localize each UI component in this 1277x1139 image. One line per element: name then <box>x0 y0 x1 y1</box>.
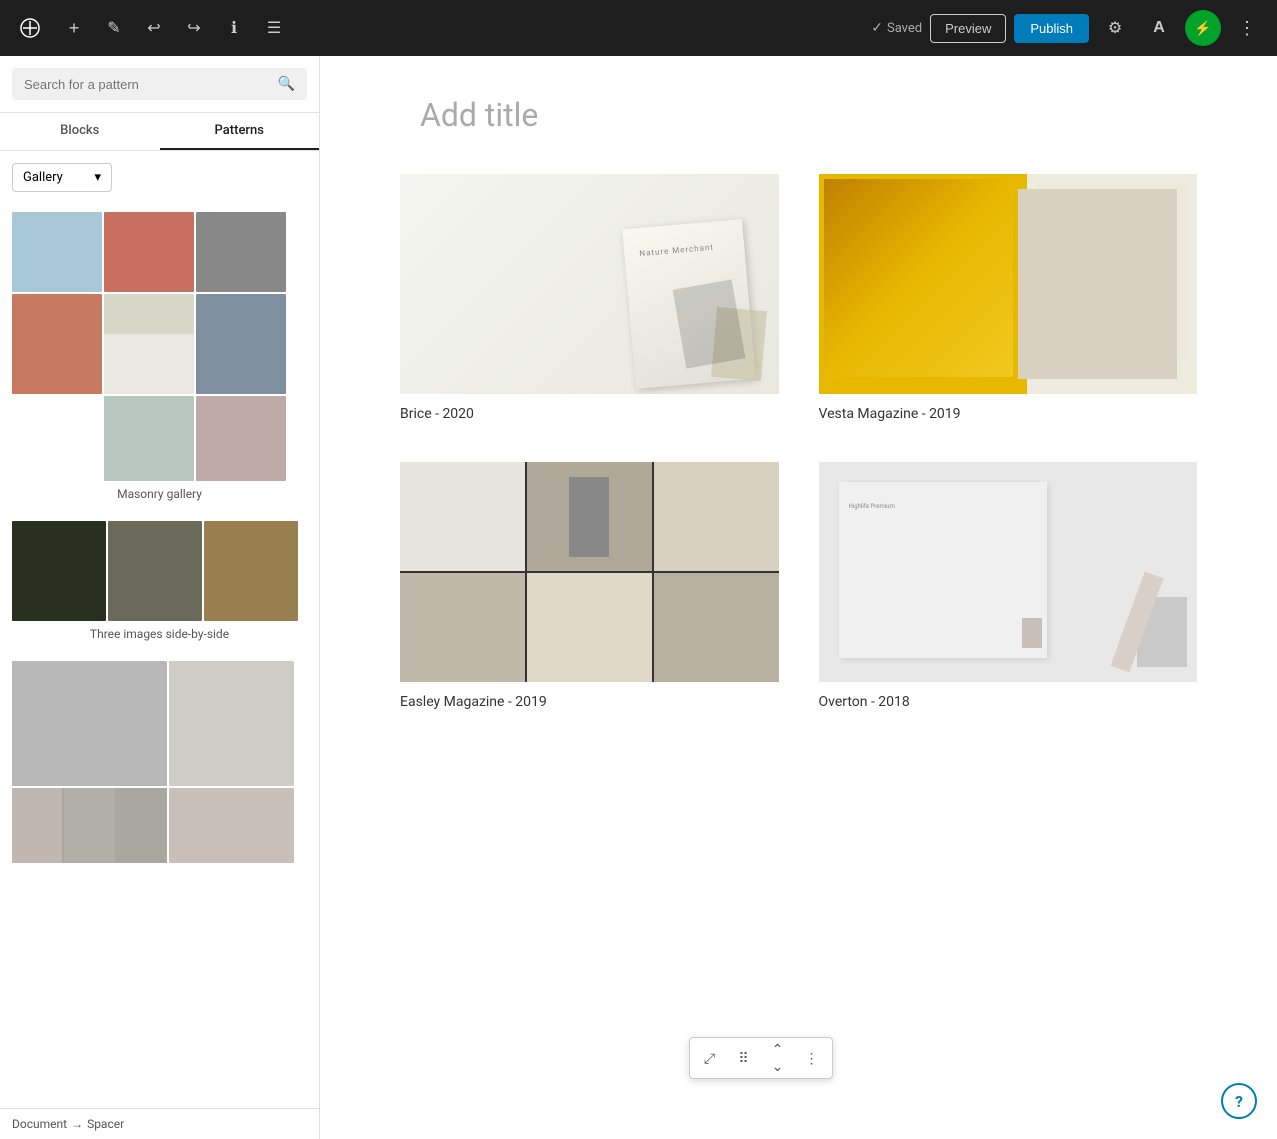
undo-button[interactable]: ↩ <box>136 10 172 46</box>
saved-status: ✓ Saved <box>871 20 922 36</box>
publish-button[interactable]: Publish <box>1014 14 1089 43</box>
three-images-preview <box>12 521 298 621</box>
gallery-item-vesta[interactable]: Vesta Magazine - 2019 <box>819 174 1198 422</box>
move-button[interactable]: ⌃⌄ <box>762 1042 794 1074</box>
preview-button[interactable]: Preview <box>930 14 1006 43</box>
chevron-up-down-icon: ⌃⌄ <box>772 1041 784 1075</box>
room-pattern-section[interactable] <box>12 661 307 863</box>
dropdown-selected: Gallery <box>23 170 63 185</box>
category-dropdown-wrap: Gallery ▾ <box>0 151 319 204</box>
settings-button[interactable]: ⚙ <box>1097 10 1133 46</box>
search-icon: 🔍 <box>278 76 295 92</box>
gallery-item-overton[interactable]: Highlife Premium Overton - 2018 <box>819 462 1198 710</box>
three-images-label: Three images side-by-side <box>12 627 307 641</box>
gallery-img-brice: Nature Merchant <box>400 174 779 394</box>
gallery-img-vesta <box>819 174 1198 394</box>
help-button[interactable]: ? <box>1221 1083 1257 1119</box>
page-title-placeholder[interactable]: Add title <box>400 96 1197 134</box>
drag-handle[interactable]: ⠿ <box>728 1042 760 1074</box>
sidebar: 🔍 Blocks Patterns Gallery ▾ <box>0 56 320 1139</box>
redo-button[interactable]: ↪ <box>176 10 212 46</box>
info-button[interactable]: ℹ <box>216 10 252 46</box>
search-bar: 🔍 <box>0 56 319 113</box>
caption-vesta: Vesta Magazine - 2019 <box>819 406 1198 422</box>
gallery-item-easley[interactable]: Easley Magazine - 2019 <box>400 462 779 710</box>
edit-button[interactable]: ✎ <box>96 10 132 46</box>
breadcrumb: Document → Spacer <box>0 1108 319 1139</box>
breadcrumb-spacer[interactable]: Spacer <box>87 1117 124 1131</box>
gallery-img-easley <box>400 462 779 682</box>
saved-label: Saved <box>887 21 922 36</box>
breadcrumb-arrow: → <box>71 1117 83 1131</box>
add-block-button[interactable]: + <box>56 10 92 46</box>
category-dropdown[interactable]: Gallery ▾ <box>12 163 112 192</box>
gallery-row-1: Nature Merchant Brice - 2020 Vesta Magaz… <box>400 174 1197 422</box>
expand-button[interactable]: ⤢ <box>694 1042 726 1074</box>
masonry-pattern-section[interactable]: Masonry gallery <box>12 212 307 501</box>
list-view-button[interactable]: ☰ <box>256 10 292 46</box>
tab-bar: Blocks Patterns <box>0 113 319 151</box>
patterns-list: Masonry gallery Three images side-by-sid… <box>0 204 319 1108</box>
tab-patterns[interactable]: Patterns <box>160 113 320 150</box>
caption-easley: Easley Magazine - 2019 <box>400 694 779 710</box>
room-pattern-preview <box>12 661 298 863</box>
style-button[interactable]: A <box>1141 10 1177 46</box>
caption-brice: Brice - 2020 <box>400 406 779 422</box>
search-input-wrap: 🔍 <box>12 68 307 100</box>
chevron-down-icon: ▾ <box>94 170 101 185</box>
wp-logo[interactable] <box>12 10 48 46</box>
search-input[interactable] <box>24 77 270 92</box>
three-images-section[interactable]: Three images side-by-side <box>12 521 307 641</box>
breadcrumb-document[interactable]: Document <box>12 1117 67 1131</box>
caption-overton: Overton - 2018 <box>819 694 1198 710</box>
main-toolbar: + ✎ ↩ ↪ ℹ ☰ ✓ Saved Preview Publish ⚙ A … <box>0 0 1277 56</box>
gallery-img-overton: Highlife Premium <box>819 462 1198 682</box>
masonry-label: Masonry gallery <box>12 487 307 501</box>
more-options-button[interactable]: ⋮ <box>796 1042 828 1074</box>
editor-canvas[interactable]: Add title Nature Merchant Brice - 2020 <box>320 56 1277 1139</box>
gallery-row-2: Easley Magazine - 2019 Highlife Premium … <box>400 462 1197 710</box>
more-menu-button[interactable]: ⋮ <box>1229 10 1265 46</box>
gallery-item-brice[interactable]: Nature Merchant Brice - 2020 <box>400 174 779 422</box>
tab-blocks[interactable]: Blocks <box>0 113 160 150</box>
masonry-preview <box>12 212 298 481</box>
energy-button[interactable]: ⚡ <box>1185 10 1221 46</box>
floating-toolbar: ⤢ ⠿ ⌃⌄ ⋮ <box>689 1037 833 1079</box>
main-layout: 🔍 Blocks Patterns Gallery ▾ <box>0 0 1277 1139</box>
